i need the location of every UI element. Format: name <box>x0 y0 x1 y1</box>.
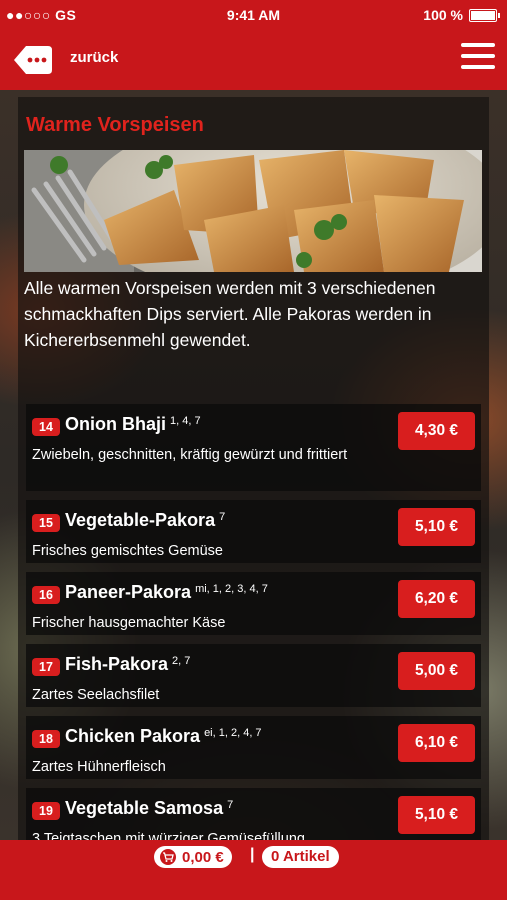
item-number-badge: 17 <box>32 658 60 676</box>
item-name: Vegetable-Pakora 7 <box>65 510 226 530</box>
item-name: Vegetable Samosa 7 <box>65 798 234 818</box>
add-to-cart-price-button[interactable]: 4,30 € <box>398 412 475 450</box>
item-number-badge: 15 <box>32 514 60 532</box>
menu-item[interactable]: 19 Vegetable Samosa 7 3 Teigtaschen mit w… <box>26 788 481 840</box>
samosa-plate-photo <box>24 150 482 272</box>
cart-total-button[interactable]: 0,00 € <box>154 846 232 868</box>
item-number-badge: 14 <box>32 418 60 436</box>
battery-status: 100 % <box>423 7 500 23</box>
add-to-cart-price-button[interactable]: 5,10 € <box>398 796 475 834</box>
item-name: Chicken Pakora ei, 1, 2, 4, 7 <box>65 726 262 746</box>
cart-footer: 0,00 € | 0 Artikel <box>0 840 507 900</box>
section-description: Alle warmen Vorspeisen werden mit 3 vers… <box>24 278 436 350</box>
add-to-cart-price-button[interactable]: 6,10 € <box>398 724 475 762</box>
back-button[interactable] <box>12 44 54 76</box>
footer-separator: | <box>250 846 255 863</box>
menu-item[interactable]: 15 Vegetable-Pakora 7 Frisches gemischtes… <box>26 500 481 563</box>
item-description: 3 Teigtaschen mit würziger Gemüsefüllung <box>32 831 305 840</box>
allergen-codes: 2, 7 <box>172 655 191 667</box>
allergen-codes: 7 <box>219 511 226 523</box>
allergen-codes: 1, 4, 7 <box>170 415 201 427</box>
menu-item[interactable]: 16 Paneer-Pakora mi, 1, 2, 3, 4, 7 Frisch… <box>26 572 481 635</box>
cart-total: 0,00 € <box>182 848 224 866</box>
allergen-codes: mi, 1, 2, 3, 4, 7 <box>195 583 268 595</box>
allergen-codes: 7 <box>227 799 234 811</box>
menu-panel: Warme Vorspeisen Alle warmen Vorspeisen … <box>18 97 489 840</box>
item-description: Zartes Hühnerfleisch <box>32 759 166 775</box>
item-description: Zartes Seelachsfilet <box>32 687 160 703</box>
battery-icon <box>469 8 500 22</box>
item-name: Onion Bhaji 1, 4, 7 <box>65 414 201 434</box>
hamburger-menu-icon[interactable] <box>461 43 495 73</box>
item-description: Frischer hausgemachter Käse <box>32 615 226 631</box>
item-description: Zwiebeln, geschnitten, kräftig gewürzt u… <box>32 447 348 463</box>
battery-label: 100 % <box>423 7 463 23</box>
app-header: zurück <box>0 30 507 90</box>
item-number-badge: 18 <box>32 730 60 748</box>
add-to-cart-price-button[interactable]: 6,20 € <box>398 580 475 618</box>
item-number-badge: 16 <box>32 586 60 604</box>
back-label[interactable]: zurück <box>70 49 118 66</box>
add-to-cart-price-button[interactable]: 5,00 € <box>398 652 475 690</box>
menu-item[interactable]: 18 Chicken Pakora ei, 1, 2, 4, 7 Zartes H… <box>26 716 481 779</box>
allergen-codes: ei, 1, 2, 4, 7 <box>204 727 262 739</box>
shopping-cart-icon <box>160 849 176 865</box>
menu-item[interactable]: 14 Onion Bhaji 1, 4, 7 Zwiebeln, geschnit… <box>26 404 481 491</box>
status-bar: ●●○○○ GS 9:41 AM 100 % <box>0 0 507 30</box>
section-title: Warme Vorspeisen <box>26 114 204 136</box>
item-description: Frisches gemischtes Gemüse <box>32 543 223 559</box>
item-name: Fish-Pakora 2, 7 <box>65 654 191 674</box>
article-count-button[interactable]: 0 Artikel <box>262 846 339 868</box>
add-to-cart-price-button[interactable]: 5,10 € <box>398 508 475 546</box>
item-number-badge: 19 <box>32 802 60 820</box>
menu-item[interactable]: 17 Fish-Pakora 2, 7 Zartes Seelachsfilet … <box>26 644 481 707</box>
back-bubble-icon <box>14 46 52 74</box>
item-name: Paneer-Pakora mi, 1, 2, 3, 4, 7 <box>65 582 268 602</box>
